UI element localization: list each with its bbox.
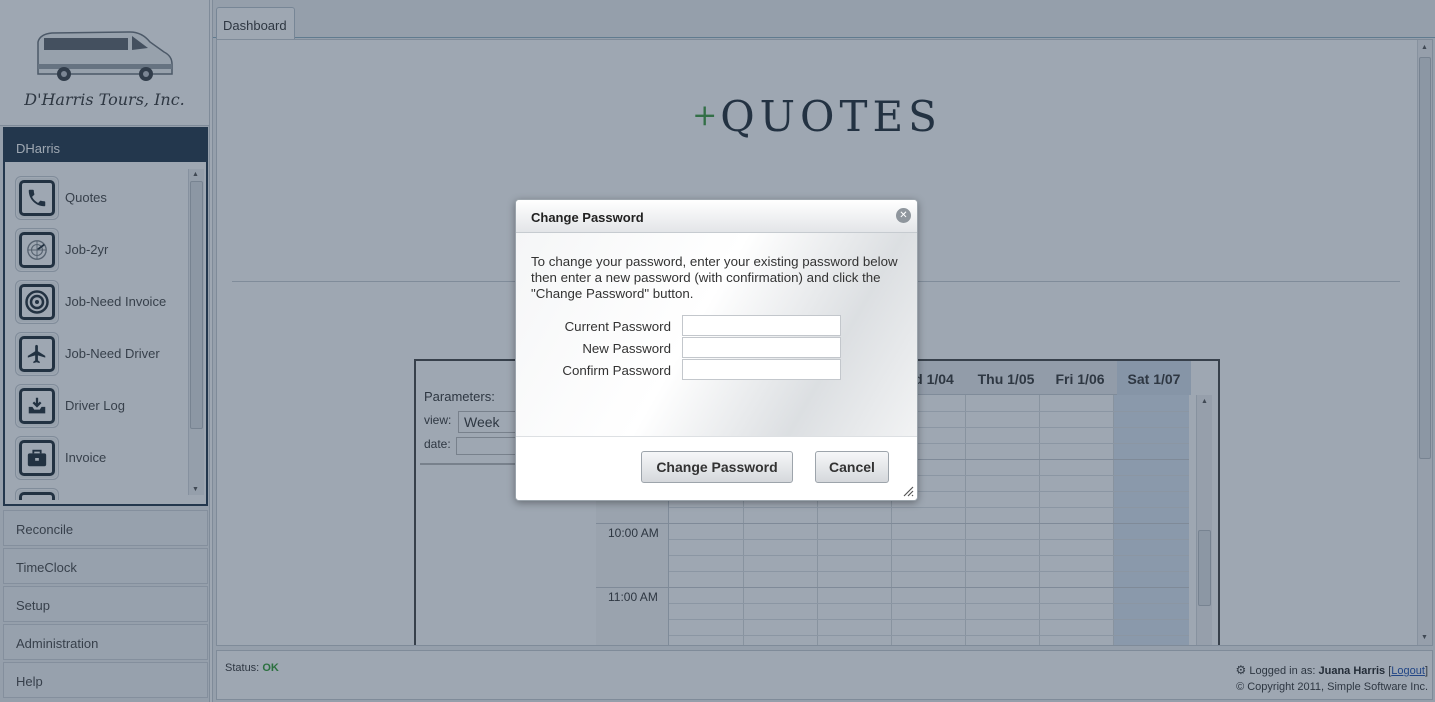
change-password-button[interactable]: Change Password: [641, 451, 793, 483]
confirm-password-input[interactable]: [682, 359, 841, 380]
dialog-description: To change your password, enter your exis…: [531, 254, 898, 301]
dialog-title: Change Password: [531, 210, 644, 225]
current-password-input[interactable]: [682, 315, 841, 336]
dialog-footer: Change Password Cancel: [516, 436, 917, 500]
dialog-title-bar[interactable]: Change Password ✕: [516, 200, 917, 233]
cancel-button[interactable]: Cancel: [815, 451, 889, 483]
confirm-password-label: Confirm Password: [562, 363, 671, 378]
dialog-body: To change your password, enter your exis…: [516, 233, 917, 436]
new-password-input[interactable]: [682, 337, 841, 358]
current-password-label: Current Password: [564, 319, 671, 334]
resize-grip-icon[interactable]: [903, 486, 914, 497]
change-password-dialog: Change Password ✕ To change your passwor…: [515, 199, 918, 501]
new-password-label: New Password: [582, 341, 671, 356]
close-icon[interactable]: ✕: [896, 208, 911, 223]
